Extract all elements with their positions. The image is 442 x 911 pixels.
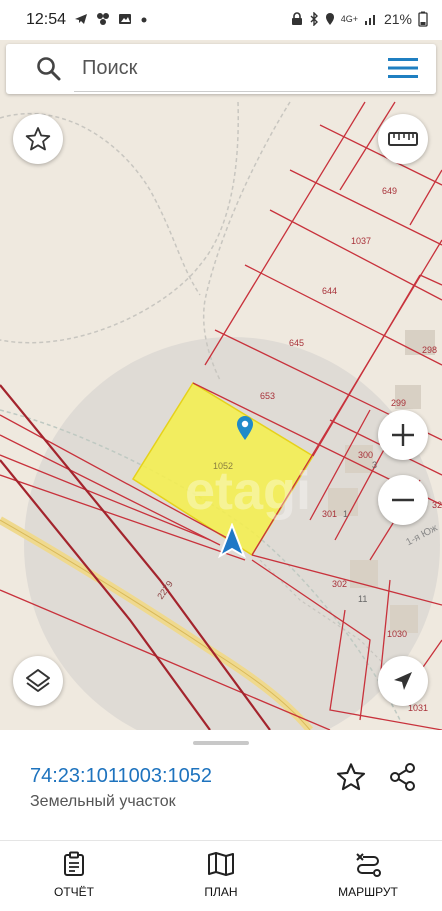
user-location-icon	[218, 523, 246, 559]
parcel-labels: 649 1037 644 645 653 298 299 300 3 301 1…	[0, 40, 442, 730]
battery-icon	[418, 11, 428, 27]
parcel-label: 298	[422, 345, 438, 355]
fan-icon	[97, 13, 109, 25]
route-icon	[356, 853, 381, 877]
menu-icon[interactable]	[388, 57, 418, 79]
map-view[interactable]: 649 1037 644 645 653 298 299 300 3 301 1…	[0, 40, 442, 730]
favorites-button[interactable]	[13, 114, 63, 164]
parcel-type: Земельный участок	[30, 793, 176, 810]
system-icons: 4G+ 21%	[291, 11, 428, 27]
parcel-label: 3	[372, 460, 378, 470]
bluetooth-icon	[310, 12, 318, 26]
status-bar: 12:54 4G+ 21%	[0, 0, 442, 40]
plus-icon	[392, 424, 414, 446]
parcel-label: 653	[260, 391, 276, 401]
location-icon	[325, 13, 334, 25]
parcel-label: 11	[358, 594, 368, 604]
parcel-label: 649	[382, 186, 398, 196]
nav-report[interactable]: ОТЧЁТ	[19, 851, 129, 899]
zoom-in-button[interactable]	[378, 410, 428, 460]
nav-route-label: МАРШРУТ	[338, 885, 398, 899]
parcel-label: 645	[289, 338, 305, 348]
ruler-icon	[388, 132, 418, 146]
gallery-icon	[119, 14, 131, 24]
notification-icons	[74, 12, 148, 26]
search-icon[interactable]	[36, 56, 62, 82]
battery-percent: 21%	[383, 11, 412, 27]
parcel-label: 302	[332, 579, 348, 589]
nav-report-label: ОТЧЁТ	[53, 885, 94, 899]
lock-icon	[291, 12, 302, 25]
search-underline	[74, 91, 420, 92]
search-bar[interactable]: Поиск	[6, 44, 436, 94]
bottom-navigation: ОТЧЁТ ПЛАН МАРШРУТ	[0, 840, 442, 911]
parcel-label: 1030	[387, 629, 408, 639]
share-icon[interactable]	[388, 762, 418, 792]
parcel-marker-icon[interactable]	[236, 415, 254, 441]
parcel-label: 1037	[351, 236, 372, 246]
favorite-star-icon[interactable]	[336, 762, 366, 792]
navigation-arrow-icon	[394, 672, 412, 690]
minus-icon	[392, 498, 414, 502]
parcel-label: 32	[432, 500, 442, 510]
nav-plan[interactable]: ПЛАН	[166, 851, 276, 899]
dot-icon	[141, 17, 147, 23]
ruler-button[interactable]	[378, 114, 428, 164]
road-label: 2279	[155, 578, 175, 602]
parcel-label: 644	[322, 286, 338, 296]
report-icon	[64, 851, 84, 876]
status-time: 12:54	[26, 11, 67, 28]
nav-plan-label: ПЛАН	[204, 885, 238, 899]
parcel-info-card[interactable]: 74:23:1011003:1052 Земельный участок	[0, 730, 442, 840]
layers-icon	[26, 669, 50, 692]
parcel-label: 1	[343, 509, 349, 519]
drag-handle[interactable]	[193, 741, 249, 745]
parcel-label: 301	[322, 509, 338, 519]
layers-button[interactable]	[13, 656, 63, 706]
parcel-label: 300	[358, 450, 374, 460]
my-location-button[interactable]	[378, 656, 428, 706]
watermark: etagi	[185, 461, 312, 521]
telegram-icon	[75, 14, 87, 24]
parcel-label: 299	[391, 398, 407, 408]
street-label: 1-я Юж	[404, 522, 440, 549]
signal-icon	[364, 15, 375, 25]
star-outline-icon	[25, 127, 51, 151]
cadastral-number[interactable]: 74:23:1011003:1052	[30, 765, 212, 788]
map-icon	[208, 852, 234, 876]
nav-route[interactable]: МАРШРУТ	[313, 851, 423, 899]
zoom-out-button[interactable]	[378, 475, 428, 525]
network-type: 4G+	[340, 14, 358, 24]
search-input[interactable]: Поиск	[82, 57, 137, 80]
